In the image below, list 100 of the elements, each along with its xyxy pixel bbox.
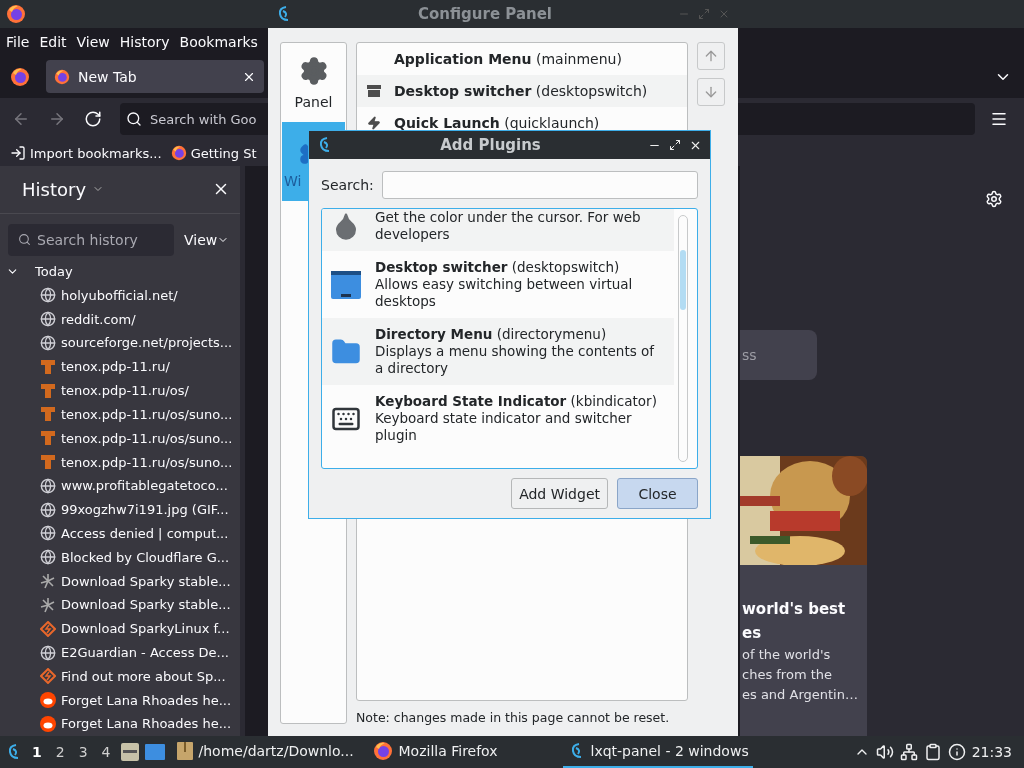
history-item[interactable]: E2Guardian - Access De... <box>0 640 240 665</box>
clock-text[interactable]: 21:33 <box>971 744 1012 760</box>
history-item[interactable]: www.profitablegatetoco... <box>0 473 240 498</box>
history-item[interactable]: tenox.pdp-11.ru/os/suno... <box>0 450 240 474</box>
notification-icon[interactable] <box>947 743 966 761</box>
diamond-icon <box>40 620 56 637</box>
network-icon[interactable] <box>899 743 918 761</box>
history-item[interactable]: holyubofficial.net/ <box>0 283 240 308</box>
search-field[interactable]: ss <box>740 330 817 380</box>
arrow-up-icon <box>703 48 719 64</box>
globe-icon <box>40 644 56 661</box>
url-field[interactable]: Search with Goo <box>120 103 268 135</box>
reload-icon[interactable] <box>84 110 102 128</box>
globe-icon <box>40 525 56 542</box>
reddit-alien-icon <box>40 692 56 709</box>
desktop-button[interactable]: 1 <box>28 744 46 760</box>
firefox-logo-icon <box>54 68 70 85</box>
search-icon <box>18 233 31 247</box>
search-field[interactable] <box>381 171 698 199</box>
firefox-logo-icon <box>170 145 187 161</box>
globe-icon <box>40 311 56 328</box>
letter-t-icon <box>40 382 56 399</box>
section-tab[interactable]: Panel <box>282 43 345 122</box>
menu-icon[interactable] <box>990 110 1008 128</box>
card-description: of the world's <box>741 646 832 664</box>
menu-item[interactable]: View <box>76 33 110 50</box>
desktop-button[interactable]: 3 <box>74 744 92 760</box>
menu-item[interactable]: Edit <box>39 33 67 50</box>
search-field[interactable]: Search history <box>8 223 174 256</box>
note-text: Note: changes made in this page cannot be reset. <box>356 710 670 725</box>
plugin-description: Get the color under the cursor. For web developers <box>375 209 642 243</box>
dialog-button[interactable]: Close <box>617 478 698 509</box>
history-item[interactable]: Download Sparky stable... <box>0 569 240 593</box>
globe-icon <box>40 477 56 494</box>
search-label: Search: <box>321 177 374 193</box>
back-icon[interactable] <box>12 110 30 128</box>
maximize-icon[interactable] <box>669 139 681 151</box>
monitor-icon <box>331 270 361 299</box>
gear-icon <box>298 55 329 86</box>
dialog-button[interactable]: Add Widget <box>511 478 608 509</box>
plugin-name: Desktop switcher (desktopswitch) <box>375 259 621 276</box>
globe-icon <box>40 549 56 566</box>
firefox-view-icon[interactable] <box>10 66 30 87</box>
import-icon <box>10 145 26 161</box>
history-item[interactable]: Blocked by Cloudflare G... <box>0 545 240 570</box>
clipboard-icon[interactable] <box>923 743 942 761</box>
task-button[interactable]: Mozilla Firefox <box>366 736 557 768</box>
history-item[interactable]: tenox.pdp-11.ru/os/suno... <box>0 426 240 451</box>
plugin-description: Keyboard state indicator and switcher plugin <box>375 410 633 444</box>
file-manager-icon[interactable] <box>120 743 139 761</box>
task-button[interactable]: lxqt-panel - 2 windows <box>562 736 753 768</box>
history-item[interactable]: tenox.pdp-11.ru/ <box>0 354 240 379</box>
firefox-logo-icon <box>6 4 26 24</box>
archive-icon <box>176 742 193 760</box>
history-item[interactable]: Access denied | comput... <box>0 521 240 546</box>
bookmark-item[interactable]: Import bookmarks... <box>10 145 162 161</box>
plugin-name: Directory Menu (directorymenu) <box>375 326 608 343</box>
history-item[interactable]: Forget Lana Rhoades he... <box>0 712 240 736</box>
plugin-description: Allows easy switching between virtual desktops <box>375 276 634 310</box>
bookmark-item[interactable]: Getting St <box>170 145 257 161</box>
desktop-button[interactable]: 4 <box>97 744 115 760</box>
history-item[interactable]: tenox.pdp-11.ru/os/suno... <box>0 402 240 427</box>
plugin-item[interactable]: Get the color under the cursor. For web developers <box>322 209 674 251</box>
lightning-icon <box>367 116 381 130</box>
globe-icon <box>40 335 56 351</box>
history-item[interactable]: 99xogzhw7i191.jpg (GIF... <box>0 497 240 522</box>
forward-icon[interactable] <box>48 110 66 128</box>
browser-tab[interactable]: New Tab <box>46 60 264 93</box>
tree-group[interactable]: Today <box>0 259 240 284</box>
desktop-icon[interactable] <box>144 744 165 760</box>
history-item[interactable]: tenox.pdp-11.ru/os/ <box>0 378 240 403</box>
globe-icon <box>40 287 56 304</box>
card-description: ches from the <box>741 666 833 684</box>
plugin-item[interactable]: Directory Menu (directorymenu) Displays a menu showing the contents of a directory <box>322 318 674 385</box>
settings-icon[interactable] <box>985 190 1003 208</box>
search-icon <box>126 111 142 127</box>
view-button[interactable]: View <box>184 231 230 248</box>
letter-t-icon <box>40 430 56 447</box>
desktop-button[interactable]: 2 <box>51 744 69 760</box>
history-item[interactable]: Forget Lana Rhoades he... <box>0 688 240 713</box>
card-title: es <box>741 623 763 644</box>
history-item[interactable]: Download Sparky stable... <box>0 593 240 617</box>
menu-item[interactable]: Bookmarks <box>179 33 258 50</box>
widget-row[interactable]: Application Menu (mainmenu) <box>357 43 687 75</box>
letter-t-icon <box>40 454 56 471</box>
task-button[interactable]: /home/dartz/Downlo... <box>170 736 361 768</box>
widget-row[interactable]: Desktop switcher (desktopswitch) <box>357 75 687 107</box>
volume-icon[interactable] <box>875 743 894 761</box>
diamond-icon <box>40 668 56 685</box>
history-item[interactable]: reddit.com/ <box>0 307 240 332</box>
history-item[interactable]: sourceforge.net/projects... <box>0 331 240 355</box>
history-item[interactable]: Find out more about Sp... <box>0 664 240 689</box>
story-card[interactable]: world's best es of the world's ches from the es and Argentin… <box>740 456 867 736</box>
sidebar-title[interactable]: History <box>22 178 87 200</box>
menu-item[interactable]: History <box>119 33 170 50</box>
card-title: world's best <box>741 599 847 620</box>
menu-item[interactable]: File <box>6 33 30 50</box>
history-item[interactable]: Download SparkyLinux f... <box>0 616 240 641</box>
card-description: es and Argentin… <box>741 686 859 704</box>
globe-icon <box>40 501 56 518</box>
